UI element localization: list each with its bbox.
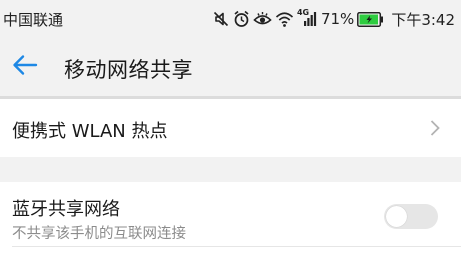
back-arrow-icon (11, 53, 39, 81)
hotspot-label: 便携式 WLAN 热点 (12, 121, 168, 142)
section-divider (0, 157, 461, 182)
clock: 下午3:42 (391, 10, 455, 29)
toggle-knob (386, 206, 407, 227)
alarm-icon (233, 10, 250, 28)
toolbar: 移动网络共享 (0, 38, 461, 96)
portable-wlan-hotspot-row[interactable]: 便携式 WLAN 热点 (0, 99, 461, 157)
wifi-icon (275, 10, 294, 28)
signal-icon: 4G (297, 8, 317, 28)
mute-icon (212, 10, 230, 28)
bluetooth-tethering-label: 蓝牙共享网络 (12, 199, 120, 220)
bluetooth-tethering-description: 不共享该手机的互联网连接 (12, 226, 186, 242)
status-bar: 中国联通 4G 71% 下午3:42 (0, 0, 461, 38)
back-button[interactable] (8, 52, 42, 82)
bluetooth-tethering-toggle[interactable] (384, 204, 438, 229)
bluetooth-tethering-row[interactable]: 蓝牙共享网络 不共享该手机的互联网连接 (0, 182, 461, 246)
battery-percent: 71% (320, 10, 355, 28)
row-divider (12, 246, 461, 247)
battery-charging-icon (357, 11, 384, 27)
chevron-right-icon (429, 119, 441, 141)
status-icons: 4G 71% 下午3:42 (212, 8, 455, 30)
carrier-name: 中国联通 (3, 11, 64, 29)
page-title: 移动网络共享 (64, 58, 193, 82)
eye-comfort-icon (253, 10, 272, 28)
